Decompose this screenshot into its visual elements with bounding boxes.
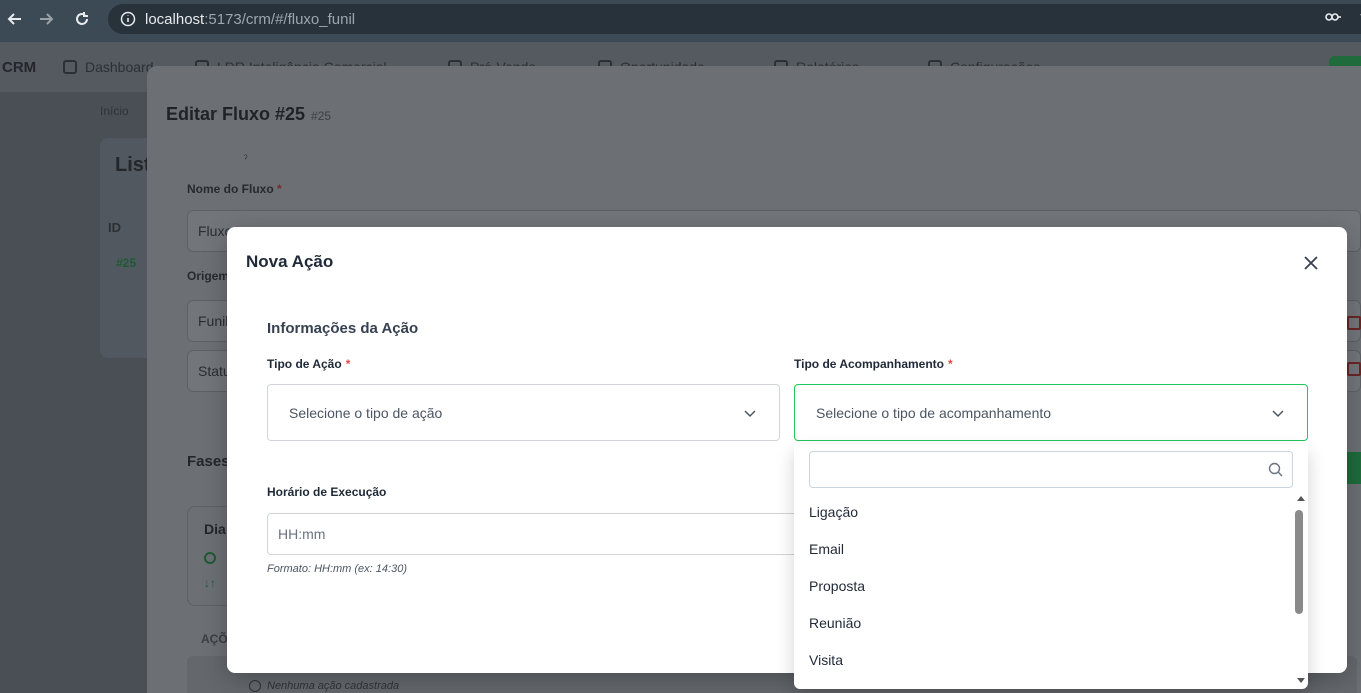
option-ligacao[interactable]: Ligação [809, 504, 858, 520]
edit-modal-title: Editar Fluxo #25 #25 [166, 104, 332, 124]
back-icon[interactable] [0, 4, 30, 34]
option-reuniao[interactable]: Reunião [809, 615, 861, 631]
url-host: localhost [145, 10, 205, 28]
dropdown-search-input[interactable] [809, 451, 1293, 488]
scroll-up-icon[interactable] [1297, 496, 1305, 501]
exec-time-label: Horário de Execução [267, 485, 387, 499]
site-info-icon[interactable] [120, 11, 136, 27]
no-action-message: Nenhuma ação cadastrada [249, 680, 399, 692]
clock-icon [204, 552, 216, 564]
dropdown-scrollbar[interactable] [1294, 496, 1308, 689]
phase-day-label: Dia [204, 521, 226, 537]
browser-toolbar: localhost:5173/crm/#/fluxo_funil [0, 0, 1361, 42]
address-bar[interactable]: localhost:5173/crm/#/fluxo_funil [108, 4, 1361, 34]
close-icon[interactable] [1302, 254, 1320, 272]
modal-title: Nova Ação [246, 252, 334, 271]
exec-time-input[interactable]: HH:mm [267, 513, 807, 555]
follow-type-label: Tipo de Acompanhamento * [794, 357, 953, 371]
exec-time-hint: Formato: HH:mm (ex: 14:30) [267, 563, 407, 575]
url-path: :5173/crm/#/fluxo_funil [204, 10, 356, 28]
scroll-thumb[interactable] [1295, 510, 1303, 614]
table-row-id[interactable]: #25 [116, 256, 136, 270]
chevron-down-icon [743, 406, 757, 420]
action-type-label: Tipo de Ação * [267, 357, 351, 371]
follow-type-dropdown: Ligação Email Proposta Reunião Visita [794, 444, 1308, 689]
scroll-down-icon[interactable] [1297, 678, 1305, 683]
reload-icon[interactable] [67, 4, 97, 34]
option-email[interactable]: Email [809, 541, 844, 557]
forward-icon[interactable] [31, 4, 61, 34]
action-type-select[interactable]: Selecione o tipo de ação [267, 384, 780, 441]
search-icon [1268, 462, 1283, 477]
home-icon [63, 60, 77, 74]
edit-modal-mark: ˀ [244, 154, 248, 165]
id-column-header[interactable]: ID [108, 220, 121, 235]
brand-logo: CRM [2, 59, 37, 76]
trash-icon[interactable] [1347, 316, 1361, 330]
section-title: Informações da Ação [267, 320, 419, 337]
breadcrumb: Início [100, 104, 129, 118]
actions-label: AÇÕ [201, 632, 228, 646]
info-icon [249, 680, 261, 692]
password-key-icon[interactable] [1324, 8, 1342, 31]
flow-name-label: Nome do Fluxo * [187, 182, 282, 196]
sort-icon: ↓↑ [204, 576, 216, 590]
nav-dashboard[interactable]: Dashboard [63, 59, 154, 75]
option-proposta[interactable]: Proposta [809, 578, 865, 594]
origin-label: Origem [187, 269, 230, 283]
option-visita[interactable]: Visita [809, 652, 843, 668]
chevron-down-icon [1271, 406, 1285, 420]
list-title: List [115, 154, 151, 176]
follow-type-select[interactable]: Selecione o tipo de acompanhamento [794, 384, 1308, 441]
phases-title: Fases [187, 453, 230, 470]
trash-icon[interactable] [1347, 362, 1361, 376]
